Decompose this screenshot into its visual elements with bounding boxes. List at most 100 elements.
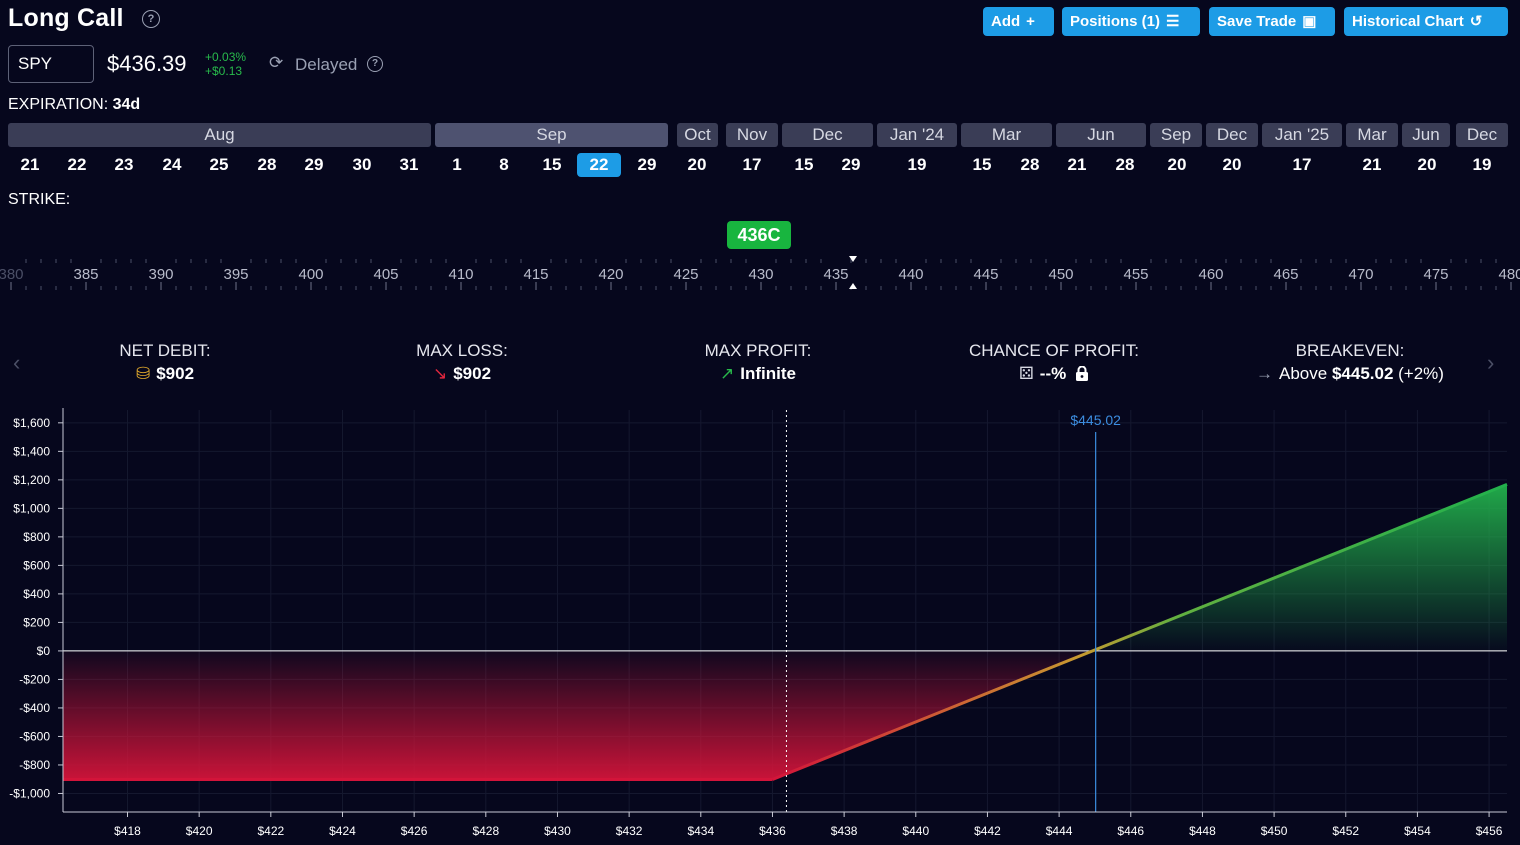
historical-chart-button[interactable]: Historical Chart ↺ [1344,7,1508,36]
chance-of-profit-value: --% [1039,364,1067,383]
arrow-right-icon: → [1256,364,1274,383]
expiration-date[interactable]: 19 [1460,153,1504,177]
save-trade-button[interactable]: Save Trade ▣ [1209,7,1335,36]
max-profit-stat: MAX PROFIT: ↗ Infinite [638,341,878,384]
strike-tick-label: 400 [298,266,323,283]
expiration-date[interactable]: 28 [245,153,289,177]
refresh-icon[interactable]: ⟳ [269,53,283,73]
expiration-date[interactable]: 20 [1155,153,1199,177]
strike-tick-label: 440 [898,266,923,283]
strike-tick-label: 480 [1498,266,1520,283]
expiration-date[interactable]: 8 [482,153,526,177]
expiration-date[interactable]: 24 [150,153,194,177]
expiration-month-tab[interactable]: Jun [1056,123,1146,147]
y-tick-label: -$1,000 [9,786,50,800]
breakeven-label: BREAKEVEN: [1295,341,1405,360]
x-tick-label: $454 [1404,824,1431,838]
expiration-date[interactable]: 23 [102,153,146,177]
expiration-month-tab[interactable]: Mar [961,123,1052,147]
strike-tick-label: 390 [148,266,173,283]
expiration-date[interactable]: 22 [577,153,621,177]
expiration-month-tab[interactable]: Jan '24 [877,123,957,147]
expiration-date[interactable]: 1 [435,153,479,177]
price-change-amount: +$0.13 [205,64,243,78]
expiration-date[interactable]: 20 [1405,153,1449,177]
max-loss-stat: MAX LOSS: ↘ $902 [342,341,582,384]
expiration-date[interactable]: 28 [1103,153,1147,177]
strike-tick-label: 395 [223,266,248,283]
expiration-month-tab[interactable]: Jan '25 [1262,123,1342,147]
delayed-label: Delayed [295,55,358,74]
strike-tick-label: 385 [73,266,98,283]
strike-tick-label: 470 [1348,266,1373,283]
max-profit-value: Infinite [740,364,796,383]
expiration-date[interactable]: 20 [1210,153,1254,177]
y-tick-label: $1,200 [13,473,50,487]
strike-tick-label: 420 [598,266,623,283]
ticker-input[interactable]: SPY [8,45,94,83]
plus-icon: + [1026,13,1035,30]
expiration-date[interactable]: 17 [730,153,774,177]
breakeven-value: $445.02 [1331,364,1394,383]
expiration-month-tab[interactable]: Jun [1402,123,1450,147]
breakeven-prefix: Above [1279,364,1328,383]
expiration-month-tab[interactable]: Sep [435,123,668,147]
net-debit-label: NET DEBIT: [119,341,211,360]
expiration-date[interactable]: 19 [895,153,939,177]
y-tick-label: $1,600 [13,416,50,430]
add-button[interactable]: Add + [983,7,1054,36]
strike-tick-label: 435 [823,266,848,283]
lock-icon[interactable] [1075,365,1089,381]
expiration-month-tab[interactable]: Aug [8,123,431,147]
expiration-date[interactable]: 29 [625,153,669,177]
positions-button-label: Positions (1) [1070,13,1161,30]
x-tick-label: $420 [186,824,213,838]
x-tick-label: $432 [616,824,643,838]
expiration-month-tab[interactable]: Mar [1346,123,1398,147]
strike-marker-top [849,256,857,262]
breakeven-label: $445.02 [1070,412,1121,428]
expiration-date[interactable]: 20 [675,153,719,177]
expiration-label: EXPIRATION: 34d [8,96,140,114]
coins-icon: ⛁ [135,364,151,383]
page-title: Long Call [8,4,124,32]
arrow-up-right-icon: ↗ [720,364,735,383]
expiration-month-tab[interactable]: Oct [677,123,718,147]
strike-tick-label: 415 [523,266,548,283]
expiration-date[interactable]: 21 [1350,153,1394,177]
expiration-date[interactable]: 15 [782,153,826,177]
expiration-date[interactable]: 17 [1280,153,1324,177]
strike-tick-label: 380 [0,266,24,283]
expiration-date[interactable]: 21 [8,153,52,177]
expiration-month-tab[interactable]: Nov [726,123,778,147]
positions-button[interactable]: Positions (1) ☰ [1062,7,1200,36]
help-icon[interactable]: ? [367,56,383,72]
add-button-label: Add [991,13,1021,30]
chance-of-profit-label: CHANCE OF PROFIT: [968,341,1139,360]
expiration-date[interactable]: 28 [1008,153,1052,177]
loss-area [63,650,1096,780]
x-tick-label: $418 [114,824,141,838]
expiration-date[interactable]: 25 [197,153,241,177]
expiration-month-tab[interactable]: Dec [1206,123,1258,147]
stats-prev-arrow-icon[interactable]: ‹ [13,350,20,376]
expiration-date[interactable]: 21 [1055,153,1099,177]
strike-ruler[interactable]: 380 385 390 395 400 405 410 415 420 425 430 435 440 4… [0,246,1520,306]
expiration-date[interactable]: 30 [340,153,384,177]
strike-tick-label: 425 [673,266,698,283]
expiration-month-tab[interactable]: Sep [1150,123,1202,147]
expiration-date[interactable]: 29 [829,153,873,177]
payoff-chart[interactable]: $445.02 $1,600 $1,400 $1,200 $1,000 $800 $600 $… [0,400,1520,845]
expiration-date[interactable]: 29 [292,153,336,177]
strike-tick-label: 405 [373,266,398,283]
expiration-date[interactable]: 15 [530,153,574,177]
expiration-date[interactable]: 15 [960,153,1004,177]
expiration-month-tab[interactable]: Dec [1456,123,1508,147]
expiration-month-tab[interactable]: Dec [782,123,873,147]
selected-strike-badge[interactable]: 436C [727,221,791,249]
expiration-date[interactable]: 22 [55,153,99,177]
expiration-date[interactable]: 31 [387,153,431,177]
help-icon[interactable]: ? [142,10,160,28]
x-tick-label: $440 [902,824,929,838]
max-profit-label: MAX PROFIT: [704,341,812,360]
